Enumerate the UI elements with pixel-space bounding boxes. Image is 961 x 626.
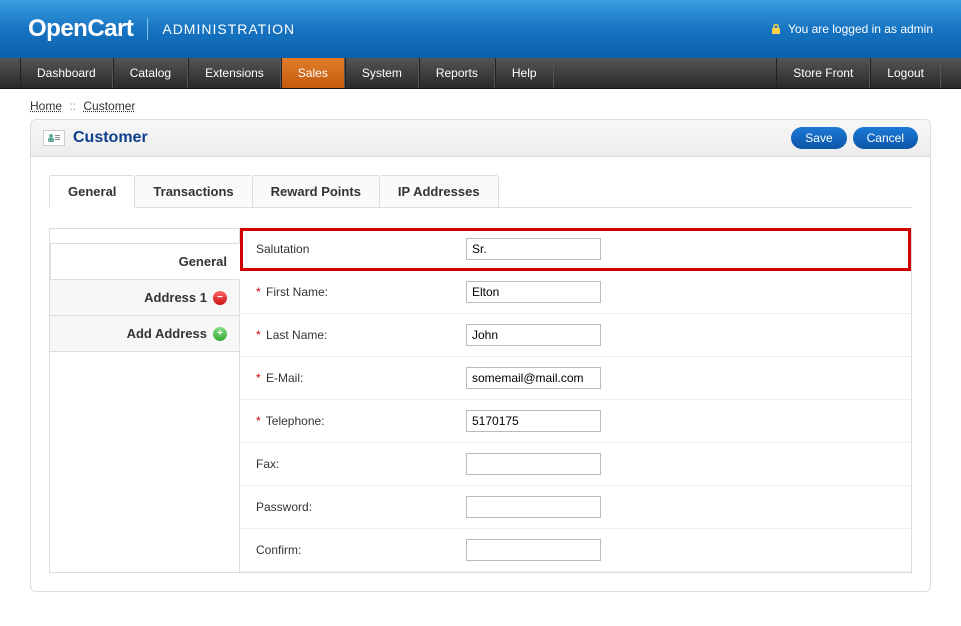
cancel-button[interactable]: Cancel [853, 127, 918, 149]
input-email[interactable] [466, 367, 601, 389]
page-title: Customer [73, 129, 148, 147]
label-salutation: Salutation [256, 242, 466, 256]
remove-address-icon[interactable]: − [213, 291, 227, 305]
nav-store-front[interactable]: Store Front [776, 58, 870, 88]
nav-dashboard[interactable]: Dashboard [20, 58, 113, 88]
vtab-general-label: General [179, 254, 227, 269]
form-fields: Salutation * First Name: * Last Name: * … [239, 228, 912, 573]
row-first-name: * First Name: [240, 271, 911, 314]
panel-header: Customer Save Cancel [31, 120, 930, 157]
customer-icon [43, 130, 65, 146]
save-button[interactable]: Save [791, 127, 846, 149]
breadcrumb-current[interactable]: Customer [83, 99, 135, 113]
row-fax: Fax: [240, 443, 911, 486]
label-confirm: Confirm: [256, 543, 466, 557]
lock-icon [770, 23, 782, 35]
vtab-general[interactable]: General [50, 243, 240, 280]
vertical-tabs: General Address 1 − Add Address + [49, 228, 239, 573]
vtab-address-1[interactable]: Address 1 − [50, 280, 239, 316]
label-last-name: * Last Name: [256, 328, 466, 342]
row-salutation: Salutation [240, 228, 911, 271]
vtab-address-1-label: Address 1 [144, 290, 207, 305]
nav-sales[interactable]: Sales [281, 58, 345, 88]
tab-transactions[interactable]: Transactions [134, 175, 252, 207]
content-panel: Customer Save Cancel General Transaction… [30, 119, 931, 592]
input-last-name[interactable] [466, 324, 601, 346]
nav-catalog[interactable]: Catalog [113, 58, 188, 88]
breadcrumb-sep: :: [69, 99, 76, 113]
input-salutation[interactable] [466, 238, 601, 260]
row-email: * E-Mail: [240, 357, 911, 400]
breadcrumb-home[interactable]: Home [30, 99, 62, 113]
add-address-icon[interactable]: + [213, 327, 227, 341]
nav-reports[interactable]: Reports [419, 58, 495, 88]
vtab-add-address-label: Add Address [127, 326, 207, 341]
logo-divider [147, 18, 148, 40]
row-confirm: Confirm: [240, 529, 911, 572]
vtab-add-address[interactable]: Add Address + [50, 316, 239, 352]
input-confirm[interactable] [466, 539, 601, 561]
nav-logout[interactable]: Logout [870, 58, 941, 88]
label-first-name: * First Name: [256, 285, 466, 299]
horizontal-tabs: General Transactions Reward Points IP Ad… [49, 175, 912, 208]
nav-extensions[interactable]: Extensions [188, 58, 281, 88]
tab-general[interactable]: General [49, 175, 135, 208]
tab-reward-points[interactable]: Reward Points [252, 175, 380, 207]
label-fax: Fax: [256, 457, 466, 471]
breadcrumb: Home :: Customer [0, 89, 961, 119]
admin-label: ADMINISTRATION [162, 21, 295, 37]
row-telephone: * Telephone: [240, 400, 911, 443]
nav-help[interactable]: Help [495, 58, 554, 88]
login-status-text: You are logged in as admin [788, 22, 933, 36]
top-nav: Dashboard Catalog Extensions Sales Syste… [0, 58, 961, 89]
label-password: Password: [256, 500, 466, 514]
top-nav-right: Store Front Logout [776, 58, 961, 88]
label-email: * E-Mail: [256, 371, 466, 385]
row-password: Password: [240, 486, 911, 529]
input-telephone[interactable] [466, 410, 601, 432]
input-fax[interactable] [466, 453, 601, 475]
login-status: You are logged in as admin [770, 0, 933, 58]
input-first-name[interactable] [466, 281, 601, 303]
row-last-name: * Last Name: [240, 314, 911, 357]
app-header: OpenCart ADMINISTRATION You are logged i… [0, 0, 961, 58]
input-password[interactable] [466, 496, 601, 518]
top-nav-left: Dashboard Catalog Extensions Sales Syste… [0, 58, 554, 88]
tab-ip-addresses[interactable]: IP Addresses [379, 175, 499, 207]
label-telephone: * Telephone: [256, 414, 466, 428]
logo: OpenCart [28, 15, 133, 43]
nav-system[interactable]: System [345, 58, 419, 88]
